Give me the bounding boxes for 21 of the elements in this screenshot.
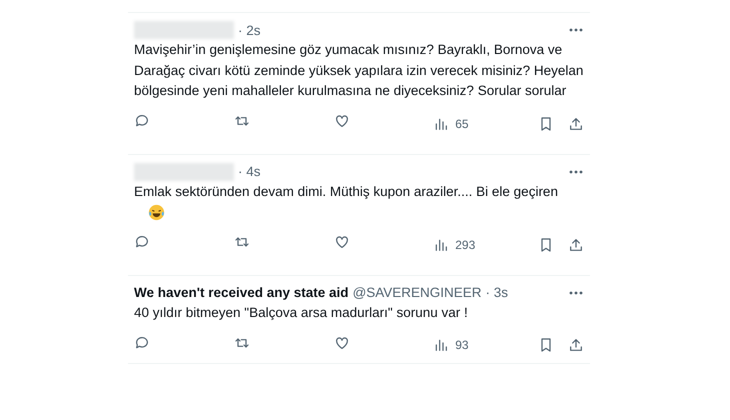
tweet-text: Mavişehir’in genişlemesine göz yumacak mısınız? Bayraklı, Bornova ve Darağaç civarı kötü zeminde yüksek yapılara izin verecek misiniz? Heyelan bölgesinde yeni mahalleler kurulmasına ne diyeceksiniz? Sorular sorular bbox=[134, 42, 584, 98]
reply-icon[interactable] bbox=[134, 113, 150, 129]
tweet-text: Emlak sektöründen devam dimi. Müthiş kupon araziler.... Bi ele geçiren bbox=[134, 184, 558, 198]
like-icon[interactable] bbox=[334, 334, 350, 350]
share-icon[interactable] bbox=[568, 337, 584, 353]
share-icon[interactable] bbox=[568, 236, 584, 252]
timestamp[interactable]: · 2s bbox=[238, 22, 261, 38]
reply-icon[interactable] bbox=[134, 234, 150, 250]
view-count: 65 bbox=[455, 116, 469, 130]
reply-icon[interactable] bbox=[134, 334, 150, 350]
like-icon[interactable] bbox=[334, 113, 350, 129]
view-count: 93 bbox=[455, 338, 469, 352]
views-icon[interactable] bbox=[433, 337, 450, 353]
timestamp[interactable]: · 4s bbox=[238, 164, 261, 179]
like-icon[interactable] bbox=[334, 234, 350, 250]
tweet-text: 40 yıldır bitmeyen "Balçova arsa madurları" sorunu var ! bbox=[134, 304, 468, 320]
view-count: 293 bbox=[455, 238, 476, 252]
share-icon[interactable] bbox=[568, 116, 584, 132]
author-name[interactable]: We haven't received any state aid bbox=[134, 285, 349, 300]
author-handle[interactable]: @SAVERENGINEER bbox=[352, 285, 482, 300]
timestamp[interactable]: · 3s bbox=[486, 285, 508, 300]
